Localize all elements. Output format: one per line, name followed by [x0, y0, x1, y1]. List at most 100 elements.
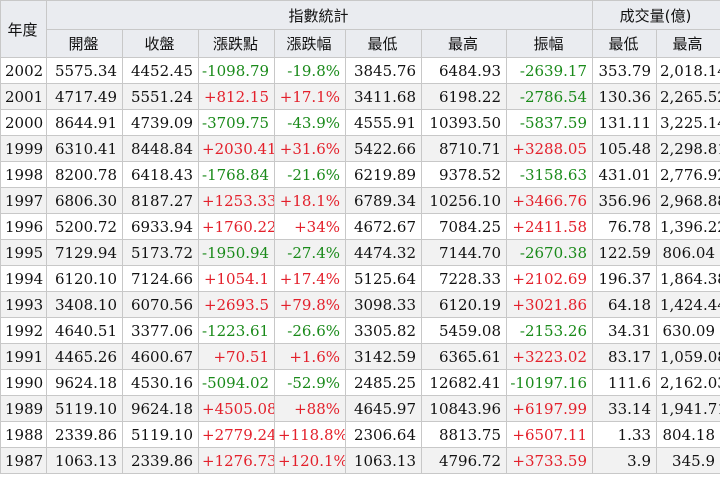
change-pct-cell: +120.1%	[274, 447, 346, 474]
year-cell: 1989	[0, 395, 47, 422]
close-cell: 4739.09	[122, 109, 199, 136]
low-cell: 4555.91	[345, 109, 422, 136]
change-cell: +812.15	[198, 83, 275, 110]
volume-high-cell: 2,018.14	[656, 57, 720, 84]
low-cell: 3098.33	[345, 291, 422, 318]
low-cell: 1063.13	[345, 447, 422, 474]
close-cell: 6933.94	[122, 213, 199, 240]
year-cell: 1994	[0, 265, 47, 292]
year-cell: 1997	[0, 187, 47, 214]
high-cell: 8710.71	[421, 135, 507, 162]
high-cell: 10393.50	[421, 109, 507, 136]
change-cell: +2693.5	[198, 291, 275, 318]
volume-low-cell: 83.17	[592, 343, 657, 370]
volume-high-cell: 2,776.92	[656, 161, 720, 188]
volume-low-cell: 34.31	[592, 317, 657, 344]
open-cell: 8644.91	[46, 109, 123, 136]
low-cell: 4672.67	[345, 213, 422, 240]
year-header: 年度	[0, 0, 47, 58]
open-cell: 4717.49	[46, 83, 123, 110]
high-cell: 4796.72	[421, 447, 507, 474]
amplitude-cell: +6507.11	[506, 421, 593, 448]
change-cell: +1253.33	[198, 187, 275, 214]
volume-low-cell: 64.18	[592, 291, 657, 318]
amplitude-cell: -2786.54	[506, 83, 593, 110]
close-cell: 6070.56	[122, 291, 199, 318]
table-row: 1991 4465.26 4600.67 +70.51 +1.6% 3142.59 6365…	[0, 343, 720, 370]
low-cell: 5422.66	[345, 135, 422, 162]
open-cell: 2339.86	[46, 421, 123, 448]
volume-low-cell: 353.79	[592, 57, 657, 84]
year-cell: 2001	[0, 83, 47, 110]
amplitude-cell: -3158.63	[506, 161, 593, 188]
year-cell: 1996	[0, 213, 47, 240]
low-cell: 3305.82	[345, 317, 422, 344]
low-cell: 2485.25	[345, 369, 422, 396]
change-cell: +1760.22	[198, 213, 275, 240]
volume-group-header: 成交量(億)	[592, 0, 720, 30]
low-cell: 3142.59	[345, 343, 422, 370]
col-header-high: 最高	[421, 29, 507, 58]
change-cell: +4505.08	[198, 395, 275, 422]
change-pct-cell: +1.6%	[274, 343, 346, 370]
volume-low-cell: 3.9	[592, 447, 657, 474]
change-pct-cell: -43.9%	[274, 109, 346, 136]
year-cell: 1988	[0, 421, 47, 448]
volume-high-cell: 3,225.14	[656, 109, 720, 136]
change-pct-cell: +118.8%	[274, 421, 346, 448]
col-header-open: 開盤	[46, 29, 123, 58]
col-header-change: 漲跌點	[198, 29, 275, 58]
volume-high-cell: 1,424.44	[656, 291, 720, 318]
open-cell: 6806.30	[46, 187, 123, 214]
low-cell: 4645.97	[345, 395, 422, 422]
table-row: 1989 5119.10 9624.18 +4505.08 +88% 4645.97 108…	[0, 395, 720, 422]
open-cell: 1063.13	[46, 447, 123, 474]
year-cell: 1987	[0, 447, 47, 474]
high-cell: 6198.22	[421, 83, 507, 110]
change-cell: -1223.61	[198, 317, 275, 344]
table-row: 2000 8644.91 4739.09 -3709.75 -43.9% 4555.91 1…	[0, 109, 720, 136]
open-cell: 8200.78	[46, 161, 123, 188]
volume-high-cell: 1,941.71	[656, 395, 720, 422]
change-pct-cell: -19.8%	[274, 57, 346, 84]
table-row: 1994 6120.10 7124.66 +1054.1 +17.4% 5125.64 72…	[0, 265, 720, 292]
volume-high-cell: 345.9	[656, 447, 720, 474]
amplitude-cell: +3223.02	[506, 343, 593, 370]
change-pct-cell: -27.4%	[274, 239, 346, 266]
low-cell: 2306.64	[345, 421, 422, 448]
table-row: 2002 5575.34 4452.45 -1098.79 -19.8% 3845.76 6…	[0, 57, 720, 84]
low-cell: 4474.32	[345, 239, 422, 266]
col-header-change-pct: 漲跌幅	[274, 29, 346, 58]
volume-low-cell: 76.78	[592, 213, 657, 240]
change-cell: +2030.41	[198, 135, 275, 162]
col-header-volume-high: 最高	[656, 29, 720, 58]
open-cell: 6310.41	[46, 135, 123, 162]
high-cell: 5459.08	[421, 317, 507, 344]
volume-low-cell: 122.59	[592, 239, 657, 266]
close-cell: 5173.72	[122, 239, 199, 266]
change-pct-cell: +79.8%	[274, 291, 346, 318]
change-pct-cell: +18.1%	[274, 187, 346, 214]
high-cell: 7228.33	[421, 265, 507, 292]
header-row-groups: 年度 指數統計 成交量(億)	[0, 0, 720, 58]
volume-low-cell: 356.96	[592, 187, 657, 214]
close-cell: 5119.10	[122, 421, 199, 448]
change-pct-cell: -26.6%	[274, 317, 346, 344]
header-row-columns: 開盤 收盤 漲跌點 漲跌幅 最低 最高 振幅 最低 最高	[1, 29, 720, 58]
amplitude-cell: +3466.76	[506, 187, 593, 214]
low-cell: 3411.68	[345, 83, 422, 110]
change-cell: -1098.79	[198, 57, 275, 84]
open-cell: 5575.34	[46, 57, 123, 84]
high-cell: 6484.93	[421, 57, 507, 84]
amplitude-cell: -2153.26	[506, 317, 593, 344]
open-cell: 7129.94	[46, 239, 123, 266]
close-cell: 3377.06	[122, 317, 199, 344]
change-cell: -3709.75	[198, 109, 275, 136]
volume-high-cell: 2,162.03	[656, 369, 720, 396]
open-cell: 6120.10	[46, 265, 123, 292]
volume-high-cell: 1,396.22	[656, 213, 720, 240]
volume-low-cell: 33.14	[592, 395, 657, 422]
volume-low-cell: 111.6	[592, 369, 657, 396]
volume-low-cell: 1.33	[592, 421, 657, 448]
low-cell: 5125.64	[345, 265, 422, 292]
